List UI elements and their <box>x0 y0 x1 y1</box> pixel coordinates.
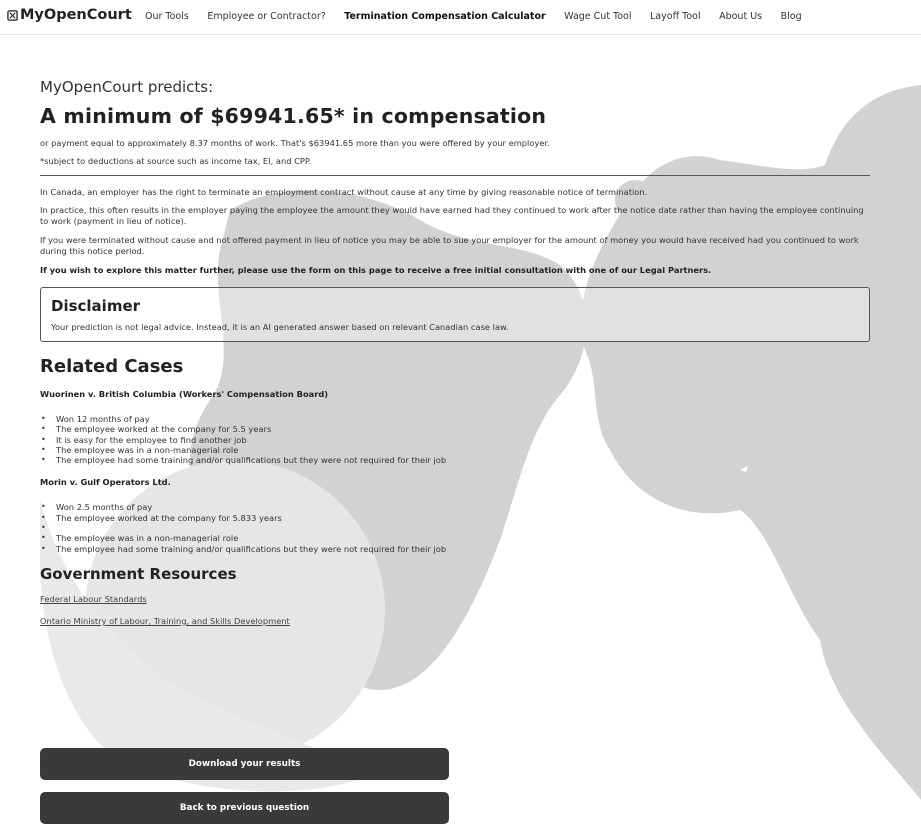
case-detail-item <box>40 523 870 534</box>
top-navbar: MyOpenCourt Our Tools Employee or Contra… <box>0 0 921 35</box>
case-details-list: Won 2.5 months of pay The employee worke… <box>40 502 870 555</box>
case-detail-item: The employee worked at the company for 5… <box>40 513 870 524</box>
download-results-button[interactable]: Download your results <box>40 748 449 780</box>
ontario-ministry-link[interactable]: Ontario Ministry of Labour, Training, an… <box>40 616 870 626</box>
case-detail-item: The employee was in a non-managerial rol… <box>40 533 870 544</box>
nav-layoff-tool[interactable]: Layoff Tool <box>650 11 701 22</box>
case-title: Morin v. Gulf Operators Ltd. <box>40 477 171 488</box>
nav-blog[interactable]: Blog <box>781 11 802 22</box>
explanation-paragraph-1: In Canada, an employer has the right to … <box>40 187 648 197</box>
disclaimer-box: Disclaimer Your prediction is not legal … <box>40 287 870 342</box>
deductions-footnote: *subject to deductions at source such as… <box>40 156 312 166</box>
predicts-label: MyOpenCourt predicts: <box>40 78 214 96</box>
nav-wage-cut-tool[interactable]: Wage Cut Tool <box>564 11 631 22</box>
logo-text: MyOpenCourt <box>20 7 132 23</box>
case-detail-item: The employee was in a non-managerial rol… <box>40 445 870 456</box>
case-title: Wuorinen v. British Columbia (Workers' C… <box>40 389 329 399</box>
related-cases-title: Related Cases <box>40 356 184 377</box>
case-detail-item: The employee had some training and/or qu… <box>40 544 870 555</box>
federal-labour-standards-link[interactable]: Federal Labour Standards <box>40 594 870 604</box>
nav-employee-or-contractor[interactable]: Employee or Contractor? <box>207 11 325 22</box>
back-button[interactable]: Back to previous question <box>40 792 449 824</box>
case-details-list: Won 12 months of pay The employee worked… <box>40 414 870 466</box>
main-content: MyOpenCourt predicts: A minimum of $6994… <box>40 78 870 626</box>
nav-our-tools[interactable]: Our Tools <box>145 11 189 22</box>
consultation-cta: If you wish to explore this matter furth… <box>40 265 712 275</box>
months-equivalent-text: or payment equal to approximately 8.37 m… <box>40 138 550 148</box>
government-resources-title: Government Resources <box>40 564 237 583</box>
explanation-paragraph-2: In practice, this often results in the e… <box>40 205 864 226</box>
site-logo[interactable]: MyOpenCourt <box>7 7 132 23</box>
case-detail-item: The employee had some training and/or qu… <box>40 455 870 466</box>
nav-termination-compensation-calculator[interactable]: Termination Compensation Calculator <box>344 11 545 22</box>
nav-about-us[interactable]: About Us <box>719 11 762 22</box>
case-detail-item: Won 12 months of pay <box>40 414 870 425</box>
nav-links: Our Tools Employee or Contractor? Termin… <box>145 11 820 22</box>
disclaimer-title: Disclaimer <box>51 297 141 315</box>
compensation-headline: A minimum of $69941.65* in compensation <box>40 104 547 128</box>
explanation-paragraph-3: If you were terminated without cause and… <box>40 235 859 256</box>
case-detail-item: Won 2.5 months of pay <box>40 502 870 513</box>
logo-icon <box>7 9 18 21</box>
divider <box>40 175 870 176</box>
disclaimer-text: Your prediction is not legal advice. Ins… <box>51 322 509 332</box>
case-detail-item: The employee worked at the company for 5… <box>40 424 870 435</box>
case-detail-item: It is easy for the employee to find anot… <box>40 435 870 446</box>
